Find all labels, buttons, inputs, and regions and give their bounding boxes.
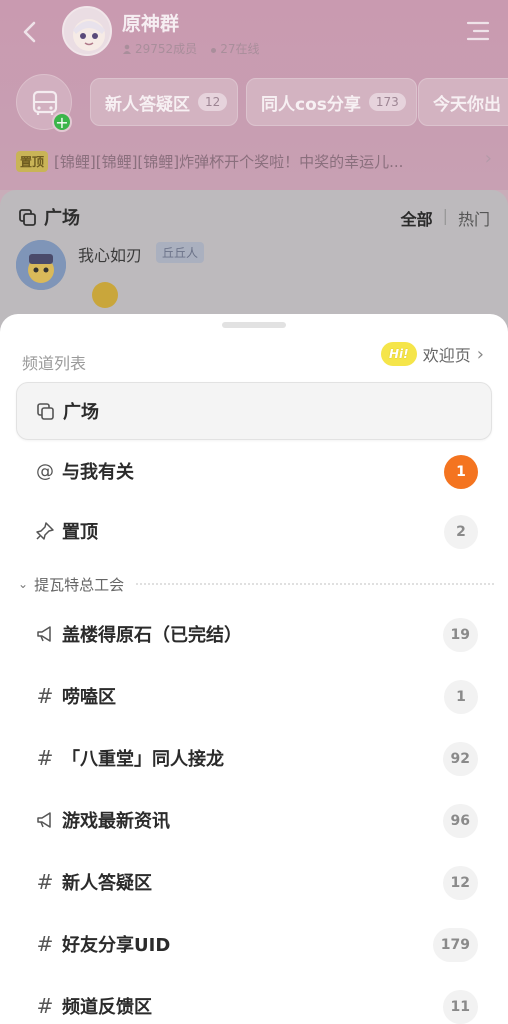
count-badge: 2 <box>444 515 478 549</box>
channel-menu-icon[interactable] <box>466 20 490 42</box>
group-header: 原神群 29752成员 27在线 + 新人答疑区 12 同人cos分享 173 <box>0 0 508 190</box>
channel-item[interactable]: # 好友分享UID 179 <box>16 915 492 973</box>
channel-list-sheet: 频道列表 Hi! 欢迎页 › 广场 @ 与我有关 1 置顶 2 ⌄ 提瓦特总工会… <box>0 314 508 1024</box>
channel-item[interactable]: 盖楼得原石（已完结） 19 <box>16 605 492 663</box>
chip-label: 同人cos分享 <box>261 94 361 115</box>
channel-label: 「八重堂」同人接龙 <box>62 749 224 770</box>
chip-label: 新人答疑区 <box>105 94 190 115</box>
hash-icon: # <box>36 932 54 956</box>
user-avatar-icon <box>16 240 66 290</box>
add-icon[interactable]: + <box>52 112 72 132</box>
feed-tabs: 全部 | 热门 <box>401 206 490 230</box>
chip-count: 173 <box>368 93 406 111</box>
emoji-icon <box>92 282 118 308</box>
chip-count: 12 <box>198 93 228 111</box>
pinned-tag: 置顶 <box>16 150 49 172</box>
megaphone-icon <box>34 623 56 645</box>
unread-badge: 1 <box>444 455 478 489</box>
channel-item[interactable]: # 频道反馈区 11 <box>16 977 492 1024</box>
channel-label: 广场 <box>63 402 99 423</box>
divider <box>136 583 494 585</box>
online-dot-icon <box>211 48 217 53</box>
count-badge: 179 <box>432 928 478 962</box>
count-badge: 92 <box>442 742 478 776</box>
person-icon <box>123 44 131 54</box>
channel-item[interactable]: 游戏最新资讯 96 <box>16 791 492 849</box>
count-badge: 12 <box>442 866 478 900</box>
count-badge: 19 <box>442 618 478 652</box>
user-role-tag: 丘丘人 <box>156 242 205 263</box>
quick-channel-chip[interactable]: 新人答疑区 12 <box>90 78 239 126</box>
hi-badge-icon: Hi! <box>380 342 417 366</box>
at-icon: @ <box>36 460 54 482</box>
online-count: 27在线 <box>211 40 259 57</box>
square-icon <box>35 400 57 422</box>
channel-item[interactable]: # 「八重堂」同人接龙 92 <box>16 729 492 787</box>
back-arrow-icon[interactable] <box>16 18 44 46</box>
group-stats: 29752成员 27在线 <box>122 40 259 57</box>
sheet-title: 频道列表 <box>22 354 87 373</box>
channel-item[interactable]: # 唠嗑区 1 <box>16 667 492 725</box>
count-badge: 1 <box>444 680 478 714</box>
tab-all[interactable]: 全部 <box>401 206 433 230</box>
hash-icon: # <box>36 746 54 770</box>
feed-title: 广场 <box>18 204 80 230</box>
channel-label: 好友分享UID <box>62 935 171 956</box>
pin-icon <box>34 520 56 542</box>
hash-icon: # <box>36 994 54 1018</box>
online-text: 27在线 <box>220 42 260 56</box>
hash-icon: # <box>36 684 54 708</box>
chevron-down-icon: ⌄ <box>18 577 29 591</box>
channel-label: 新人答疑区 <box>62 873 152 894</box>
channel-item-square[interactable]: 广场 <box>16 382 492 440</box>
chevron-right-icon: › <box>476 343 484 365</box>
channel-group-header[interactable]: ⌄ 提瓦特总工会 <box>18 572 494 596</box>
members-count: 29752成员 <box>122 40 197 57</box>
channel-item-mentions[interactable]: @ 与我有关 1 <box>16 442 492 500</box>
members-text: 29752成员 <box>135 42 198 56</box>
count-badge: 11 <box>442 990 478 1024</box>
welcome-label: 欢迎页 <box>422 346 471 365</box>
channel-label: 置顶 <box>62 522 98 543</box>
chevron-right-icon: › <box>484 148 492 169</box>
group-name: 原神群 <box>122 13 180 35</box>
channel-item-pinned[interactable]: 置顶 2 <box>16 502 492 560</box>
drag-handle[interactable] <box>222 322 286 328</box>
channel-label: 盖楼得原石（已完结） <box>62 625 242 646</box>
hash-icon: # <box>36 870 54 894</box>
count-badge: 96 <box>442 804 478 838</box>
quick-channel-chip[interactable]: 同人cos分享 173 <box>246 78 417 126</box>
tab-hot[interactable]: 热门 <box>458 206 490 230</box>
quick-channel-chip[interactable]: 今天你出 <box>418 78 508 126</box>
tab-divider: | <box>442 206 448 225</box>
channel-label: 频道反馈区 <box>62 997 152 1018</box>
pinned-announcement[interactable]: 置顶 [锦鲤][锦鲤][锦鲤]炸弹杯开个奖啦！中奖的幸运儿... › <box>16 148 492 174</box>
chip-label: 今天你出 <box>433 94 501 115</box>
avatar[interactable] <box>16 240 66 290</box>
welcome-page-link[interactable]: Hi! 欢迎页 › <box>380 342 484 366</box>
channel-label: 与我有关 <box>62 462 134 483</box>
post-username[interactable]: 我心如刃 <box>78 242 142 266</box>
group-avatar[interactable] <box>62 6 112 56</box>
channel-label: 游戏最新资讯 <box>62 811 170 832</box>
pinned-text: [锦鲤][锦鲤][锦鲤]炸弹杯开个奖啦！中奖的幸运儿... <box>54 152 404 171</box>
megaphone-icon <box>34 809 56 831</box>
square-icon <box>19 209 36 226</box>
feed-title-text: 广场 <box>44 208 80 229</box>
group-label: 提瓦特总工会 <box>34 575 125 594</box>
channel-item[interactable]: # 新人答疑区 12 <box>16 853 492 911</box>
paimon-avatar-icon <box>64 8 110 54</box>
channel-label: 唠嗑区 <box>62 687 116 708</box>
